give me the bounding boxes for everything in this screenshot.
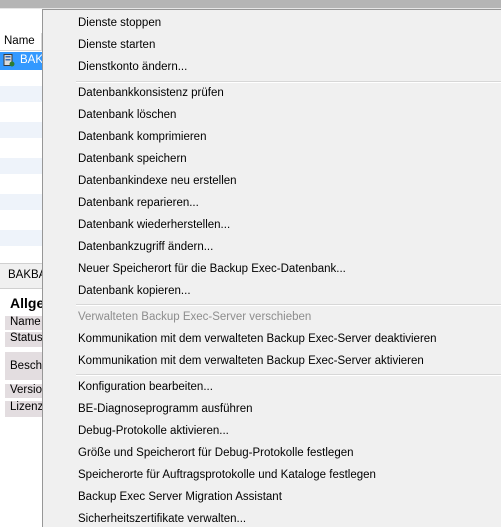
menu-item-debug-log-size-location[interactable]: Größe und Speicherort für Debug-Protokol… xyxy=(78,442,354,464)
server-row-selected[interactable]: BAKB xyxy=(0,52,42,70)
property-label-status: Status xyxy=(5,332,42,347)
list-row[interactable] xyxy=(0,194,42,210)
properties-group-title: Allge xyxy=(10,295,42,311)
menu-item-start-services[interactable]: Dienste starten xyxy=(78,34,155,56)
property-label-description: Besch xyxy=(5,352,42,380)
menu-item-disable-server-communication[interactable]: Kommunikation mit dem verwalteten Backup… xyxy=(78,328,437,350)
column-header-name[interactable]: Name xyxy=(0,33,42,51)
property-label-version: Versio xyxy=(5,384,42,398)
details-title-text: BAKBA xyxy=(8,269,42,281)
server-icon xyxy=(3,54,15,67)
list-row[interactable] xyxy=(0,230,42,246)
menu-item-copy-db[interactable]: Datenbank kopieren... xyxy=(78,280,191,302)
menu-item-migration-assistant[interactable]: Backup Exec Server Migration Assistant xyxy=(78,486,282,508)
context-menu: Dienste stoppen Dienste starten Dienstko… xyxy=(42,9,501,527)
menu-item-edit-configuration[interactable]: Konfiguration bearbeiten... xyxy=(78,376,213,398)
menu-item-new-db-location[interactable]: Neuer Speicherort für die Backup Exec-Da… xyxy=(78,258,346,280)
menu-item-rebuild-db-indexes[interactable]: Datenbankindexe neu erstellen xyxy=(78,170,237,192)
menu-item-move-managed-server: Verwalteten Backup Exec-Server verschieb… xyxy=(78,311,312,323)
list-row[interactable] xyxy=(0,158,42,174)
list-row[interactable] xyxy=(0,122,42,138)
menu-item-run-diagnostics[interactable]: BE-Diagnoseprogramm ausführen xyxy=(78,398,253,420)
menu-item-job-log-catalog-locations[interactable]: Speicherorte für Auftragsprotokolle und … xyxy=(78,464,376,486)
window-top-bar xyxy=(0,0,501,8)
menu-item-delete-db[interactable]: Datenbank löschen xyxy=(78,104,176,126)
list-row[interactable] xyxy=(0,86,42,102)
menu-item-save-db[interactable]: Datenbank speichern xyxy=(78,148,187,170)
column-header-label: Name xyxy=(4,35,35,47)
menu-item-change-db-access[interactable]: Datenbankzugriff ändern... xyxy=(78,236,213,258)
menu-item-stop-services[interactable]: Dienste stoppen xyxy=(78,12,161,34)
menu-item-restore-db[interactable]: Datenbank wiederherstellen... xyxy=(78,214,230,236)
menu-item-enable-debug-logs[interactable]: Debug-Protokolle aktivieren... xyxy=(78,420,229,442)
server-name: BAKB xyxy=(20,54,42,66)
server-list-pane: Name BAKB BAKBA Allge Name Status Besch … xyxy=(0,0,42,527)
menu-item-compress-db[interactable]: Datenbank komprimieren xyxy=(78,126,206,148)
property-label-name: Name xyxy=(5,316,42,330)
property-label-license: Lizenz xyxy=(5,401,42,417)
menu-item-check-db-consistency[interactable]: Datenbankkonsistenz prüfen xyxy=(78,82,224,104)
menu-item-repair-db[interactable]: Datenbank reparieren... xyxy=(78,192,199,214)
details-pane-title: BAKBA xyxy=(0,263,42,289)
menu-item-enable-server-communication[interactable]: Kommunikation mit dem verwalteten Backup… xyxy=(78,350,424,372)
menu-item-change-service-account[interactable]: Dienstkonto ändern... xyxy=(78,56,187,78)
